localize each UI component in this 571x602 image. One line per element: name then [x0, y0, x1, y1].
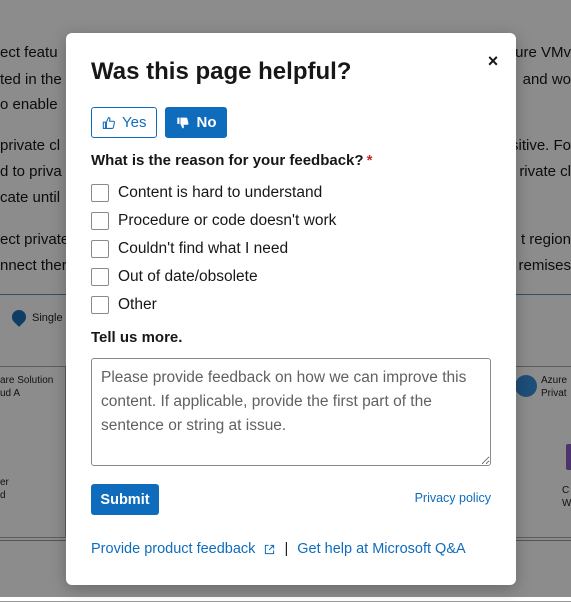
thumbs-down-icon	[177, 117, 189, 128]
reason-checkbox[interactable]	[91, 296, 109, 314]
vote-buttons: Yes No	[91, 107, 228, 138]
required-marker: *	[366, 152, 373, 169]
no-button[interactable]: No	[165, 107, 228, 138]
yes-button[interactable]: Yes	[91, 107, 158, 138]
reason-option-label: Content is hard to understand	[118, 184, 323, 201]
submit-button[interactable]: Submit	[91, 484, 159, 515]
reason-checkbox[interactable]	[91, 184, 109, 202]
reason-option[interactable]: Procedure or code doesn't work	[91, 207, 336, 235]
reason-option-label: Procedure or code doesn't work	[118, 212, 337, 229]
reason-options: Content is hard to understand Procedure …	[91, 179, 336, 319]
reason-option-label: Other	[118, 296, 157, 313]
no-label: No	[196, 114, 217, 131]
external-link-icon	[265, 544, 275, 554]
reason-option[interactable]: Other	[91, 291, 336, 319]
reason-option[interactable]: Couldn't find what I need	[91, 235, 336, 263]
reason-checkbox[interactable]	[91, 240, 109, 258]
footer-separator: |	[284, 541, 289, 557]
reason-question: What is the reason for your feedback? *	[91, 152, 372, 170]
feedback-textarea[interactable]	[91, 358, 491, 466]
reason-checkbox[interactable]	[91, 268, 109, 286]
thumbs-up-icon	[102, 116, 115, 129]
yes-label: Yes	[122, 114, 147, 131]
reason-option-label: Couldn't find what I need	[118, 240, 289, 257]
close-button[interactable]: ×	[482, 50, 504, 72]
reason-option[interactable]: Content is hard to understand	[91, 179, 336, 207]
dialog-title: Was this page helpful?	[91, 58, 352, 85]
product-feedback-label: Provide product feedback	[91, 541, 256, 557]
reason-question-text: What is the reason for your feedback?	[91, 152, 364, 169]
reason-checkbox[interactable]	[91, 212, 109, 230]
reason-option[interactable]: Out of date/obsolete	[91, 263, 336, 291]
reason-option-label: Out of date/obsolete	[118, 268, 258, 285]
feedback-dialog: Was this page helpful? × Yes No What is …	[66, 33, 516, 585]
microsoft-qna-link[interactable]: Get help at Microsoft Q&A	[297, 540, 465, 558]
product-feedback-link[interactable]: Provide product feedback	[91, 540, 275, 558]
dialog-footer: Provide product feedback | Get help at M…	[91, 540, 466, 558]
tell-us-more-label: Tell us more.	[91, 329, 183, 346]
privacy-policy-link[interactable]: Privacy policy	[415, 491, 491, 505]
